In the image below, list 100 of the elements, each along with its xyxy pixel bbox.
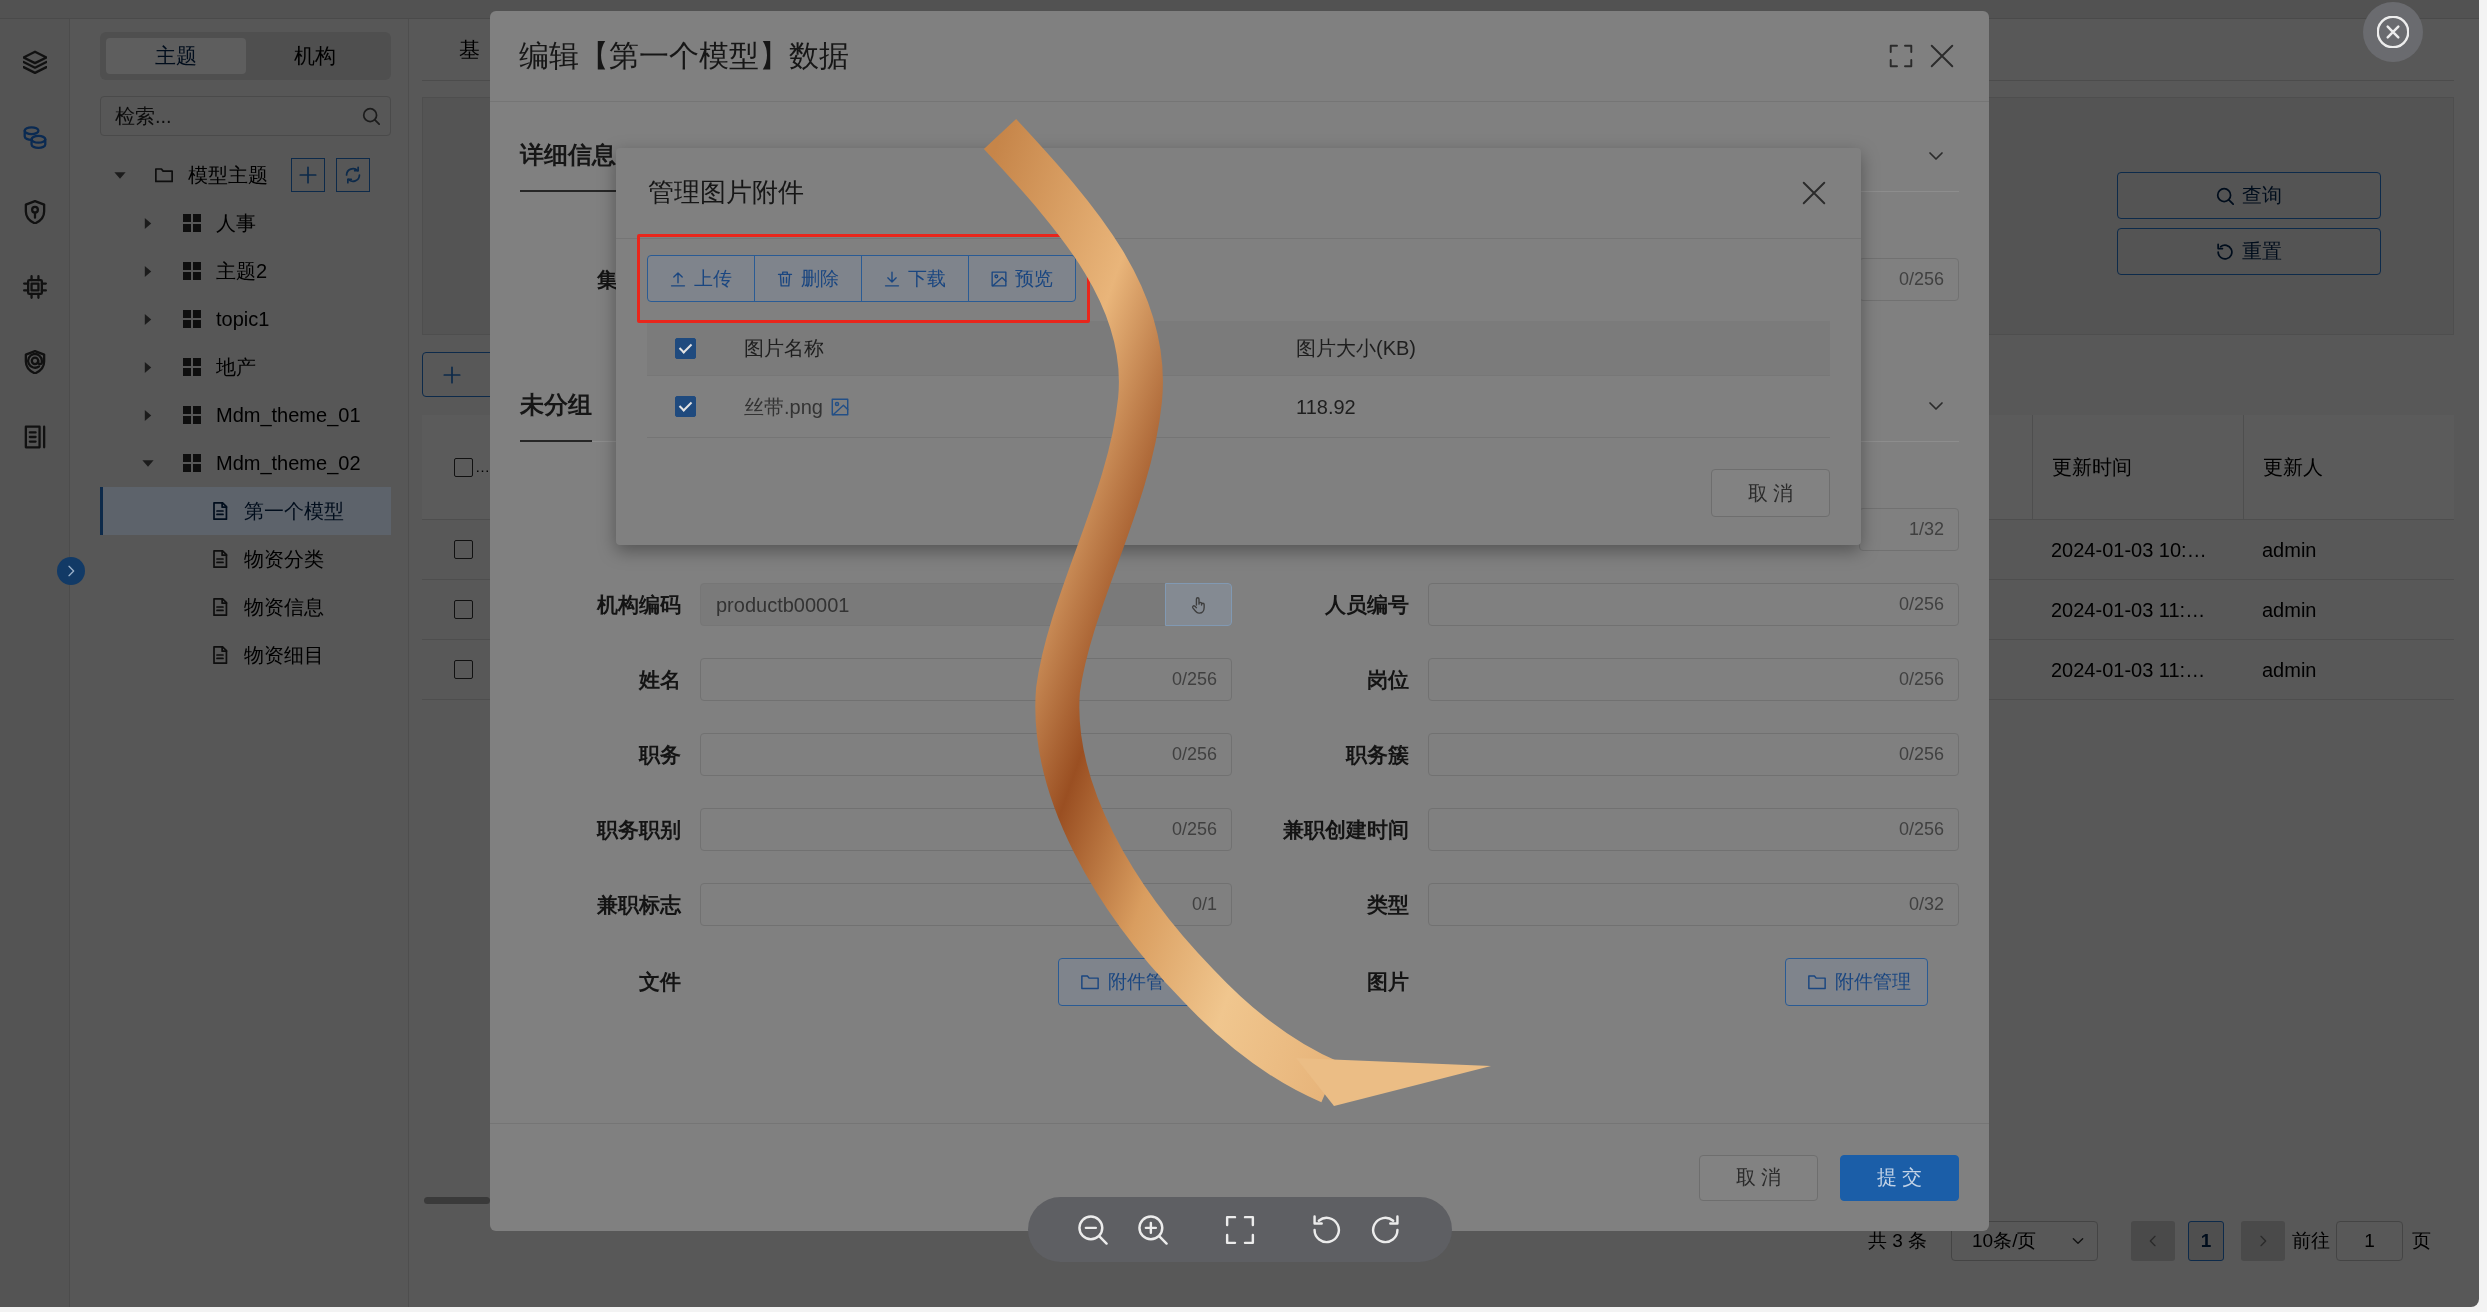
table-cell: 丝带.png — [744, 394, 823, 419]
rotate-left-button[interactable] — [1311, 1214, 1341, 1245]
reset-button[interactable]: 重置 — [2117, 228, 2381, 275]
upload-button[interactable]: 上传 — [647, 255, 755, 302]
column-header: 图片大小(KB) — [1296, 337, 1416, 359]
checkbox[interactable] — [675, 337, 696, 359]
nav-rail-button[interactable] — [22, 275, 47, 299]
upload-icon — [670, 270, 686, 287]
nav-rail-button[interactable] — [22, 50, 47, 74]
search-icon — [2216, 186, 2234, 205]
query-button[interactable]: 查询 — [2117, 172, 2381, 219]
input-field[interactable]: 0/256 — [1428, 733, 1959, 776]
table-cell-text: 2024-01-03 10:… — [2050, 537, 2208, 563]
column-header: 更新人 — [2243, 415, 2454, 519]
page-input[interactable]: 1 — [2336, 1221, 2403, 1261]
field-label: 职务簇 — [1346, 741, 1409, 768]
close-button[interactable] — [1802, 181, 1826, 205]
field-label: 图片 — [1367, 969, 1409, 995]
zoom-in-icon — [1138, 1214, 1168, 1245]
cancel-button[interactable]: 取 消 — [1699, 1154, 1818, 1201]
download-button[interactable]: 下载 — [861, 255, 969, 302]
table-cell-text: 2024-01-03 11:… — [2050, 597, 2207, 623]
chip-icon — [22, 275, 47, 299]
page-suffix: 页 — [2412, 1229, 2431, 1253]
tree-item[interactable]: 地产 — [100, 343, 391, 391]
tree-item[interactable]: 人事 — [100, 199, 391, 247]
tree-item[interactable]: 物资信息 — [100, 583, 391, 631]
document-icon — [211, 502, 229, 520]
trash-icon — [777, 270, 793, 287]
grid-icon — [183, 310, 201, 328]
input-field[interactable]: 0/256 — [700, 808, 1232, 851]
search-field[interactable]: 检索... — [100, 96, 391, 136]
folder-icon — [155, 166, 173, 184]
close-icon — [1930, 44, 1954, 68]
field-label: 集 — [597, 266, 618, 293]
refresh-icon — [344, 166, 362, 184]
add-button[interactable] — [291, 158, 325, 192]
folder-icon — [1081, 973, 1099, 991]
table-cell-text: 2024-01-03 11:… — [2050, 657, 2207, 683]
field-label: 职务 — [639, 741, 681, 768]
fit-screen-button[interactable] — [1225, 1214, 1255, 1245]
input-field[interactable]: 0/256 — [700, 658, 1232, 701]
cancel-button[interactable]: 取 消 — [1711, 469, 1830, 517]
checkbox[interactable] — [454, 540, 473, 559]
input-field[interactable]: 0/256 — [1428, 583, 1959, 626]
page-button[interactable]: 1 — [2188, 1221, 2224, 1261]
refresh-button[interactable] — [336, 158, 370, 192]
input-field[interactable]: 0/256 — [1428, 658, 1959, 701]
field-label: 文件 — [639, 969, 681, 995]
nav-rail-button[interactable] — [22, 125, 47, 149]
nav-rail-button[interactable] — [22, 200, 47, 224]
tree-item[interactable]: 模型主题 — [100, 151, 268, 199]
sidebar-tab[interactable]: 主题 — [106, 38, 246, 74]
field-label: 职务职别 — [597, 816, 681, 843]
checkbox[interactable] — [675, 396, 696, 417]
column-header: 图片名称 — [744, 336, 824, 360]
input-field[interactable]: 1/32 — [1859, 508, 1959, 551]
fullscreen-button[interactable] — [1889, 44, 1913, 68]
tree-item[interactable]: topic1 — [100, 295, 391, 343]
folder-icon — [1808, 973, 1826, 991]
attachment-button[interactable]: 附件管理 — [1785, 958, 1928, 1006]
scrollbar-thumb[interactable] — [424, 1197, 490, 1204]
nav-rail-button[interactable] — [22, 350, 47, 374]
layers-icon — [22, 50, 47, 74]
tree-item[interactable]: 第一个模型 — [100, 487, 391, 535]
tree-item[interactable]: 物资分类 — [100, 535, 391, 583]
input-field[interactable]: 0/1 — [700, 883, 1232, 926]
submit-button[interactable]: 提 交 — [1840, 1154, 1959, 1201]
checkbox[interactable] — [454, 600, 473, 619]
rotate-right-button[interactable] — [1371, 1214, 1401, 1245]
table-cell-text: admin — [2261, 537, 2318, 563]
database-icon — [22, 125, 47, 149]
close-icon — [1802, 181, 1826, 205]
field-label: 岗位 — [1367, 666, 1409, 693]
checkbox[interactable] — [454, 457, 473, 477]
zoom-out-button[interactable] — [1078, 1214, 1108, 1245]
tree-item[interactable]: Mdm_theme_02 — [100, 439, 391, 487]
tree-item[interactable]: 主题2 — [100, 247, 391, 295]
input-field[interactable]: 0/256 — [1428, 808, 1959, 851]
input-field[interactable]: 0/32 — [1428, 883, 1959, 926]
document-icon — [211, 598, 229, 616]
search-icon — [362, 107, 380, 125]
zoom-in-button[interactable] — [1138, 1214, 1168, 1245]
page-tab[interactable]: 基 — [459, 36, 480, 63]
column-header: … — [475, 458, 490, 476]
input-field[interactable]: 0/256 — [700, 733, 1232, 776]
close-button[interactable] — [1930, 44, 1954, 68]
tree-item[interactable]: Mdm_theme_01 — [100, 391, 391, 439]
tree-item[interactable]: 物资细目 — [100, 631, 391, 679]
grid-icon — [183, 406, 201, 424]
rotate-left-icon — [1311, 1214, 1341, 1245]
document-icon — [211, 550, 229, 568]
table-cell-text: admin — [2261, 657, 2318, 683]
checkbox[interactable] — [454, 660, 473, 679]
preview-button[interactable]: 预览 — [968, 255, 1076, 302]
delete-button[interactable]: 删除 — [754, 255, 862, 302]
nav-rail-button[interactable] — [22, 425, 47, 449]
sidebar-tab[interactable]: 机构 — [245, 38, 385, 74]
input-field[interactable]: 0/256 — [1859, 258, 1959, 301]
grid-icon — [183, 454, 201, 472]
